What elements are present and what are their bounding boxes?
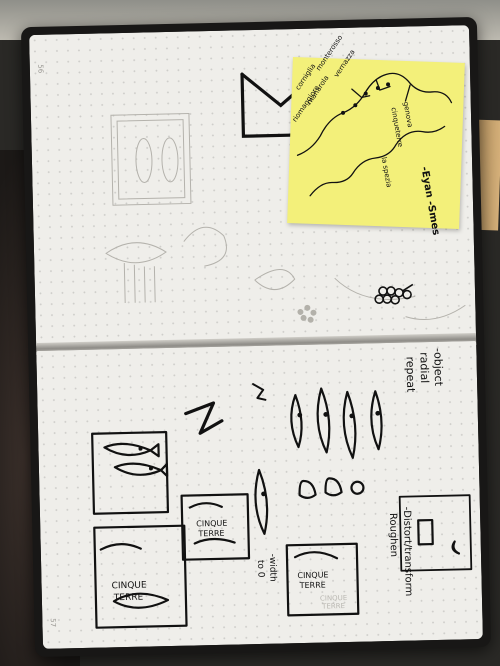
note-radial: radial: [417, 352, 432, 384]
note-width: -width: [266, 553, 278, 582]
note-repeat: repeat: [403, 356, 418, 393]
sketch-text-terre-4: TERRE: [322, 602, 346, 611]
sketch-text-terre-3: TERRE: [299, 580, 326, 591]
sketch-text-terre-1: TERRE: [113, 592, 144, 604]
sketch-text-cinque-1: CINQUE: [111, 580, 147, 592]
sketch-text-terre-2: TERRE: [198, 528, 225, 539]
sketch-text-cinque-3: CINQUE: [297, 570, 329, 581]
note-roughen: Roughen: [387, 512, 400, 558]
sketch-text-cinque-2: CINQUE: [196, 518, 228, 529]
sketchbook-page-bottom: 57 CINQUE TERRE CINQUE TERRE CINQUE TERR…: [36, 341, 483, 649]
note-width-to-zero: to 0: [255, 559, 266, 578]
sticky-note-map: monterosso vernazza corniglia manarola r…: [287, 34, 465, 236]
note-distort: -Distort/transform: [400, 506, 414, 597]
note-object: -object: [431, 347, 446, 387]
